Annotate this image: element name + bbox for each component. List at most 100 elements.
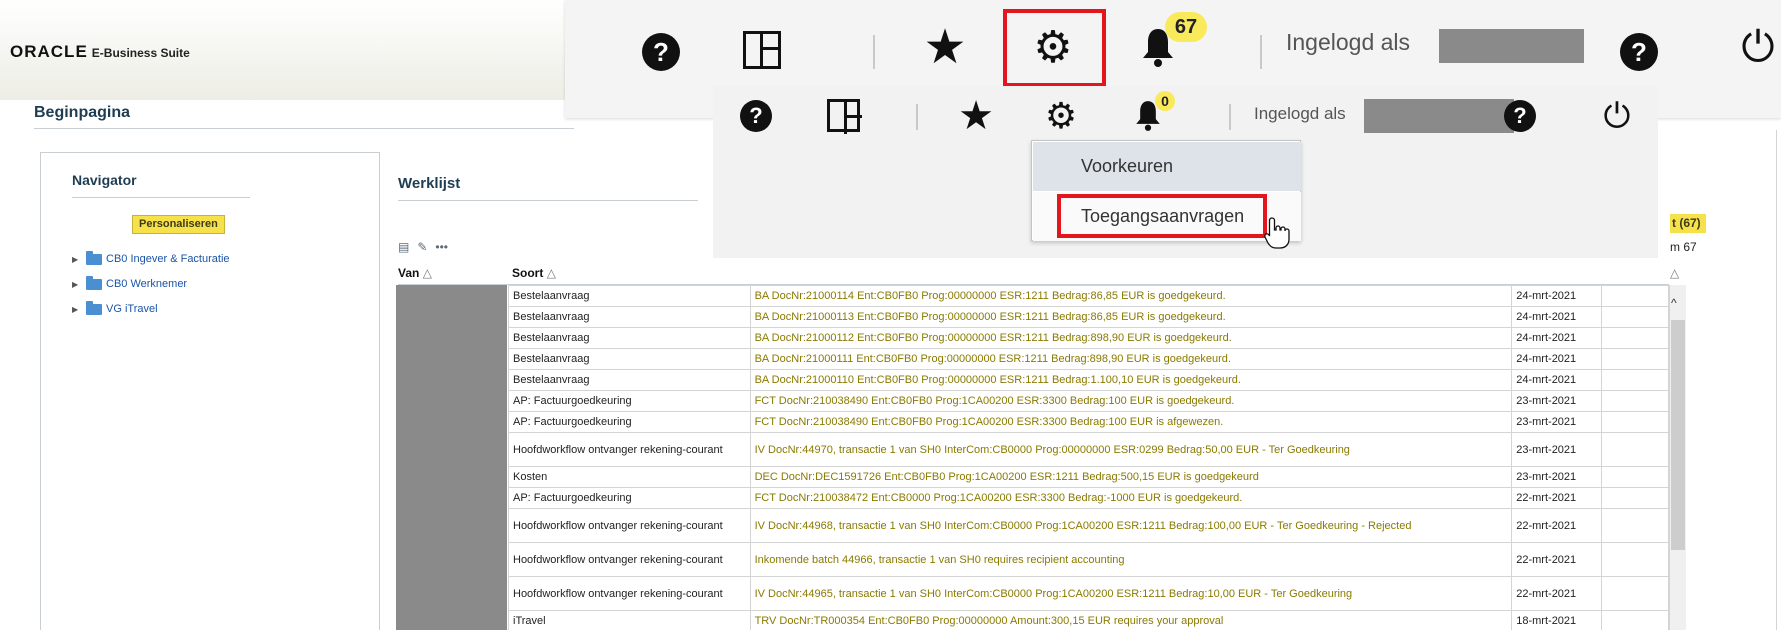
- toolbar-separator: [1260, 35, 1262, 69]
- table-row[interactable]: iTravel TRV DocNr:TR000354 Ent:CB0FB0 Pro…: [508, 610, 1669, 630]
- expand-arrow-icon[interactable]: ▶: [72, 280, 82, 289]
- logout-power-icon[interactable]: ⏻: [1598, 94, 1636, 138]
- expand-arrow-icon[interactable]: ▶: [72, 255, 82, 264]
- oracle-logo: ORACLE E-Business Suite: [10, 42, 190, 61]
- navigator-title: Navigator: [72, 172, 137, 188]
- scroll-thumb[interactable]: [1671, 320, 1685, 550]
- cell-subject-link[interactable]: IV DocNr:44968, transactie 1 van SH0 Int…: [749, 508, 1513, 543]
- cell-date: 24-mrt-2021: [1511, 306, 1603, 328]
- navigator-divider: [72, 197, 250, 198]
- cell-extra: [1601, 285, 1669, 307]
- cell-soort: Bestelaanvraag: [508, 369, 751, 391]
- cell-extra: [1601, 466, 1669, 488]
- cell-soort: Bestelaanvraag: [508, 306, 751, 328]
- notification-count-badge[interactable]: 67: [1165, 12, 1207, 42]
- column-header-van[interactable]: Van △: [398, 266, 432, 283]
- cell-date: 24-mrt-2021: [1511, 327, 1603, 349]
- table-row[interactable]: Bestelaanvraag BA DocNr:21000113 Ent:CB0F…: [508, 306, 1669, 328]
- cell-extra: [1601, 487, 1669, 509]
- cell-subject-link[interactable]: BA DocNr:21000113 Ent:CB0FB0 Prog:000000…: [749, 306, 1513, 328]
- cell-subject-link[interactable]: FCT DocNr:210038472 Ent:CB0000 Prog:1CA0…: [749, 487, 1513, 509]
- tree-item-cb0-ingever[interactable]: ▶ CB0 Ingever & Facturatie: [72, 250, 230, 267]
- cell-date: 24-mrt-2021: [1511, 285, 1603, 307]
- cell-subject-link[interactable]: DEC DocNr:DEC1591726 Ent:CB0FB0 Prog:1CA…: [749, 466, 1513, 488]
- personalize-button[interactable]: Personaliseren: [132, 215, 225, 234]
- table-row[interactable]: Hoofdworkflow ontvanger rekening-courant…: [508, 576, 1669, 611]
- cell-subject-link[interactable]: BA DocNr:21000112 Ent:CB0FB0 Prog:000000…: [749, 327, 1513, 349]
- cell-subject-link[interactable]: Inkomende batch 44966, transactie 1 van …: [749, 542, 1513, 577]
- help-icon[interactable]: ?: [740, 100, 772, 132]
- filter-icon[interactable]: ▤: [398, 240, 409, 254]
- folder-icon: [86, 275, 102, 290]
- logged-in-label: Ingelogd als: [1286, 29, 1411, 55]
- table-row[interactable]: Bestelaanvraag BA DocNr:21000111 Ent:CB0F…: [508, 348, 1669, 370]
- cell-subject-link[interactable]: FCT DocNr:210038490 Ent:CB0FB0 Prog:1CA0…: [749, 411, 1513, 433]
- cell-soort: Hoofdworkflow ontvanger rekening-courant: [508, 432, 751, 467]
- menu-item-voorkeuren[interactable]: Voorkeuren: [1033, 142, 1301, 191]
- expand-arrow-icon[interactable]: ▶: [72, 305, 82, 314]
- favorites-star-icon[interactable]: ★: [955, 94, 997, 138]
- cell-subject-link[interactable]: BA DocNr:21000111 Ent:CB0FB0 Prog:000000…: [749, 348, 1513, 370]
- table-row[interactable]: Hoofdworkflow ontvanger rekening-courant…: [508, 508, 1669, 543]
- table-row[interactable]: AP: Factuurgoedkeuring FCT DocNr:21003847…: [508, 487, 1669, 509]
- logout-power-icon[interactable]: ⏻: [1735, 20, 1781, 74]
- worklist-count-text: m 67: [1670, 240, 1697, 254]
- cell-soort: Hoofdworkflow ontvanger rekening-courant: [508, 542, 751, 577]
- help-icon[interactable]: ?: [1504, 100, 1536, 132]
- cell-date: 24-mrt-2021: [1511, 348, 1603, 370]
- cell-date: 23-mrt-2021: [1511, 390, 1603, 412]
- toolbar-separator: [873, 35, 875, 69]
- cell-subject-link[interactable]: BA DocNr:21000114 Ent:CB0FB0 Prog:000000…: [749, 285, 1513, 307]
- redacted-username: [1364, 99, 1514, 133]
- folder-icon: [86, 300, 102, 315]
- cell-soort: AP: Factuurgoedkeuring: [508, 411, 751, 433]
- cell-subject-link[interactable]: IV DocNr:44970, transactie 1 van SH0 Int…: [749, 432, 1513, 467]
- cell-extra: [1601, 327, 1669, 349]
- sort-icon[interactable]: △: [547, 266, 556, 280]
- settings-gear-icon[interactable]: ⚙: [1040, 94, 1082, 138]
- cell-date: 22-mrt-2021: [1511, 487, 1603, 509]
- cell-soort: Bestelaanvraag: [508, 285, 751, 307]
- table-row[interactable]: Bestelaanvraag BA DocNr:21000110 Ent:CB0F…: [508, 369, 1669, 391]
- cell-extra: [1601, 306, 1669, 328]
- edit-icon[interactable]: ✎: [417, 240, 427, 254]
- cell-subject-link[interactable]: IV DocNr:44965, transactie 1 van SH0 Int…: [749, 576, 1513, 611]
- cell-extra: [1601, 390, 1669, 412]
- worklist-count-badge[interactable]: t (67): [1670, 214, 1706, 233]
- tree-item-label: CB0 Werknemer: [106, 278, 188, 290]
- tree-item-vg-itravel[interactable]: ▶ VG iTravel: [72, 300, 158, 317]
- cell-extra: [1601, 348, 1669, 370]
- cell-soort: Hoofdworkflow ontvanger rekening-courant: [508, 508, 751, 543]
- sort-icon[interactable]: △: [1670, 266, 1679, 280]
- column-header-soort[interactable]: Soort △: [512, 266, 556, 283]
- favorites-star-icon[interactable]: ★: [920, 22, 970, 74]
- cell-date: 22-mrt-2021: [1511, 508, 1603, 543]
- cell-date: 18-mrt-2021: [1511, 610, 1603, 630]
- table-row[interactable]: Kosten DEC DocNr:DEC1591726 Ent:CB0FB0 Pr…: [508, 466, 1669, 488]
- apps-grid-icon[interactable]: [743, 31, 781, 69]
- table-row[interactable]: Bestelaanvraag BA DocNr:21000114 Ent:CB0F…: [508, 285, 1669, 307]
- table-row[interactable]: AP: Factuurgoedkeuring FCT DocNr:21003849…: [508, 390, 1669, 412]
- cell-date: 22-mrt-2021: [1511, 576, 1603, 611]
- cell-subject-link[interactable]: TRV DocNr:TR000354 Ent:CB0FB0 Prog:00000…: [749, 610, 1513, 630]
- cell-soort: iTravel: [508, 610, 751, 630]
- cell-extra: [1601, 508, 1669, 543]
- table-row[interactable]: Bestelaanvraag BA DocNr:21000112 Ent:CB0F…: [508, 327, 1669, 349]
- table-row[interactable]: Hoofdworkflow ontvanger rekening-courant…: [508, 432, 1669, 467]
- tree-item-cb0-werknemer[interactable]: ▶ CB0 Werknemer: [72, 275, 188, 292]
- cell-extra: [1601, 576, 1669, 611]
- table-row[interactable]: Hoofdworkflow ontvanger rekening-courant…: [508, 542, 1669, 577]
- cell-subject-link[interactable]: FCT DocNr:210038490 Ent:CB0FB0 Prog:1CA0…: [749, 390, 1513, 412]
- help-icon[interactable]: ?: [1620, 33, 1658, 71]
- notification-count-badge[interactable]: 0: [1155, 91, 1175, 111]
- table-row[interactable]: AP: Factuurgoedkeuring FCT DocNr:21003849…: [508, 411, 1669, 433]
- tree-item-label: VG iTravel: [106, 303, 158, 315]
- scroll-up-icon[interactable]: ^: [1671, 296, 1677, 310]
- sort-icon[interactable]: △: [423, 266, 432, 280]
- help-icon[interactable]: ?: [642, 33, 680, 71]
- apps-grid-icon[interactable]: [827, 99, 862, 134]
- cell-soort: Kosten: [508, 466, 751, 488]
- more-icon[interactable]: •••: [435, 240, 448, 254]
- cell-subject-link[interactable]: BA DocNr:21000110 Ent:CB0FB0 Prog:000000…: [749, 369, 1513, 391]
- cell-extra: [1601, 411, 1669, 433]
